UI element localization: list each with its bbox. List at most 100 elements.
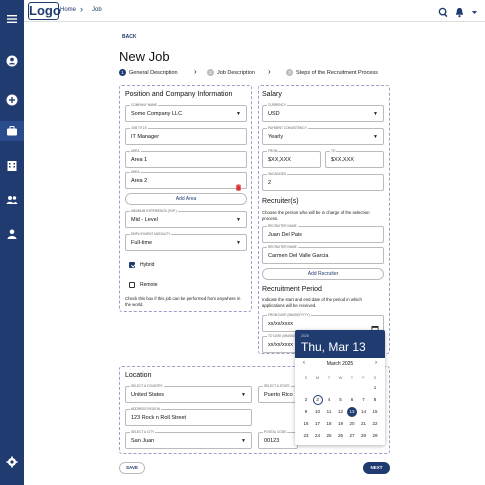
modality-select[interactable]: EMPLOYMENT MODALITY Full-time ▼	[125, 232, 247, 251]
remote-checkbox[interactable]	[129, 282, 135, 288]
calendar-day[interactable]: 13	[347, 407, 357, 417]
breadcrumb-home[interactable]: Home	[60, 7, 76, 13]
calendar-day[interactable]: 23	[301, 431, 311, 441]
step-label: Job Description	[217, 69, 255, 76]
calendar-day[interactable]: 4	[324, 395, 334, 405]
building-icon[interactable]	[5, 159, 19, 173]
chevron-right-icon: ›	[268, 67, 271, 76]
bell-icon[interactable]	[454, 5, 465, 18]
city-select[interactable]: SELECT A CITY San Juan ▼	[125, 430, 252, 449]
calendar-day[interactable]: 24	[313, 431, 323, 441]
briefcase-icon[interactable]	[5, 124, 19, 138]
salary-section-title: Salary	[262, 91, 282, 98]
step-general-description[interactable]: 1 General Description	[119, 69, 178, 76]
step-label: Steps of the Recruitment Process	[296, 69, 378, 76]
calendar-day[interactable]: 27	[347, 431, 357, 441]
sidebar	[0, 0, 24, 485]
experience-select[interactable]: MINIMUM EXPERIENCE (EXP.) Mid - Level ▼	[125, 209, 247, 228]
calendar-day[interactable]: 29	[370, 431, 380, 441]
people-icon[interactable]	[5, 193, 19, 207]
address-field[interactable]: ADDRESS REGION 123 Rock n Roll Street	[125, 407, 252, 426]
hybrid-checkbox[interactable]	[129, 262, 135, 268]
breadcrumb-chevron-icon: ›	[80, 4, 83, 14]
user-circle-icon[interactable]	[5, 54, 19, 68]
area-2-field[interactable]: AREA Area 2	[125, 170, 247, 191]
vacancies-field[interactable]: VACANCIES 2	[262, 172, 384, 191]
salary-from-field[interactable]: FROM $XX,XXX	[262, 149, 321, 168]
job-title-field[interactable]: JOB TITLE IT Manager	[125, 126, 247, 145]
recruiter-1-field[interactable]: RECRUITER NAME Juan Del Pais	[262, 224, 384, 243]
state-select[interactable]: SELECT A STATE Puerto Rico	[258, 384, 298, 403]
selected-year[interactable]: 2025	[301, 334, 309, 338]
add-circle-icon[interactable]	[5, 93, 19, 107]
next-button[interactable]: NEXT	[363, 462, 390, 474]
date-picker-header: 2025 Thu, Mar 13	[295, 330, 385, 358]
calendar-day[interactable]: 10	[313, 407, 323, 417]
calendar-day[interactable]: 20	[347, 419, 357, 429]
selected-date: Thu, Mar 13	[301, 340, 366, 354]
calendar-month: March 2025	[326, 361, 354, 367]
add-recruiter-button[interactable]: Add Recruiter	[262, 268, 384, 280]
page-title: New Job	[119, 49, 170, 64]
back-link[interactable]: BACK	[122, 34, 136, 40]
step-recruitment-process[interactable]: 3 Steps of the Recruitment Process	[286, 69, 378, 76]
calendar-day[interactable]: 28	[359, 431, 369, 441]
calendar-day[interactable]: 25	[324, 431, 334, 441]
period-note: Indicate the start and end date of the p…	[262, 297, 362, 308]
date-picker[interactable]: 2025 Thu, Mar 13 ‹ March 2025 › SMTWTFS1…	[295, 330, 385, 445]
next-month-icon[interactable]: ›	[375, 360, 377, 366]
calendar-day[interactable]: 5	[336, 395, 346, 405]
calendar-day[interactable]: 3	[312, 395, 323, 405]
person-icon[interactable]	[5, 227, 19, 241]
calendar-day[interactable]: 1	[370, 383, 380, 393]
location-section-title: Location	[125, 372, 152, 379]
calendar-day[interactable]: 11	[324, 407, 334, 417]
calendar-day[interactable]: 26	[336, 431, 346, 441]
postal-code-field[interactable]: POSTAL CODE 00123	[258, 430, 298, 449]
dropdown-arrow-icon: ▼	[373, 133, 378, 140]
dropdown-arrow-icon: ▼	[241, 437, 246, 444]
save-button[interactable]: SAVE	[119, 462, 145, 474]
calendar-day[interactable]: 18	[324, 419, 334, 429]
currency-select[interactable]: CURRENCY USD ▼	[262, 103, 384, 122]
company-name-select[interactable]: COMPANY NAME Some Company LLC ▼	[125, 103, 247, 122]
calendar-day[interactable]: 2	[301, 395, 311, 405]
calendar-day[interactable]: 31	[313, 443, 323, 445]
salary-to-field[interactable]: TO $XX,XXX	[325, 149, 384, 168]
payment-consistency-select[interactable]: PAYMENT CONSISTENCY Yearly ▼	[262, 126, 384, 145]
settings-icon[interactable]	[5, 455, 19, 469]
calendar-day[interactable]: 17	[313, 419, 323, 429]
remote-note: Check this box if this job can be perfor…	[125, 296, 241, 307]
breadcrumb-job: Job	[92, 7, 102, 13]
calendar-day[interactable]: 14	[359, 407, 369, 417]
calendar-day[interactable]: 12	[336, 407, 346, 417]
weekday-header: T	[350, 375, 354, 380]
calendar-day[interactable]: 30	[301, 443, 311, 445]
position-section-title: Position and Company Information	[125, 91, 233, 98]
calendar-day[interactable]: 9	[301, 407, 311, 417]
weekday-header: T	[327, 375, 331, 380]
chevron-down-icon[interactable]	[469, 5, 480, 16]
weekday-header: S	[373, 375, 377, 380]
hybrid-label: Hybrid	[140, 262, 155, 268]
calendar-day[interactable]: 15	[370, 407, 380, 417]
add-area-button[interactable]: Add Area	[125, 193, 247, 205]
calendar-icon[interactable]	[371, 320, 379, 333]
calendar-day[interactable]: 21	[359, 419, 369, 429]
calendar-day[interactable]: 6	[347, 395, 357, 405]
trash-icon[interactable]	[235, 178, 242, 191]
calendar-day[interactable]: 8	[370, 395, 380, 405]
area-1-field[interactable]: AREA Area 1	[125, 149, 247, 168]
calendar-day[interactable]: 22	[370, 419, 380, 429]
step-job-description[interactable]: 2 Job Description	[207, 69, 255, 76]
search-icon[interactable]	[438, 5, 449, 18]
menu-icon[interactable]	[5, 12, 19, 26]
country-select[interactable]: SELECT A COUNTRY United States ▼	[125, 384, 252, 403]
calendar-day[interactable]: 16	[301, 419, 311, 429]
dropdown-arrow-icon: ▼	[236, 216, 241, 223]
calendar-day[interactable]: 19	[336, 419, 346, 429]
calendar-day[interactable]: 7	[359, 395, 369, 405]
recruiter-2-field[interactable]: RECRUITER NAME Carmen Del Valle Garcia	[262, 245, 384, 264]
logo[interactable]: Logo	[28, 2, 61, 20]
weekday-header: F	[362, 375, 365, 380]
